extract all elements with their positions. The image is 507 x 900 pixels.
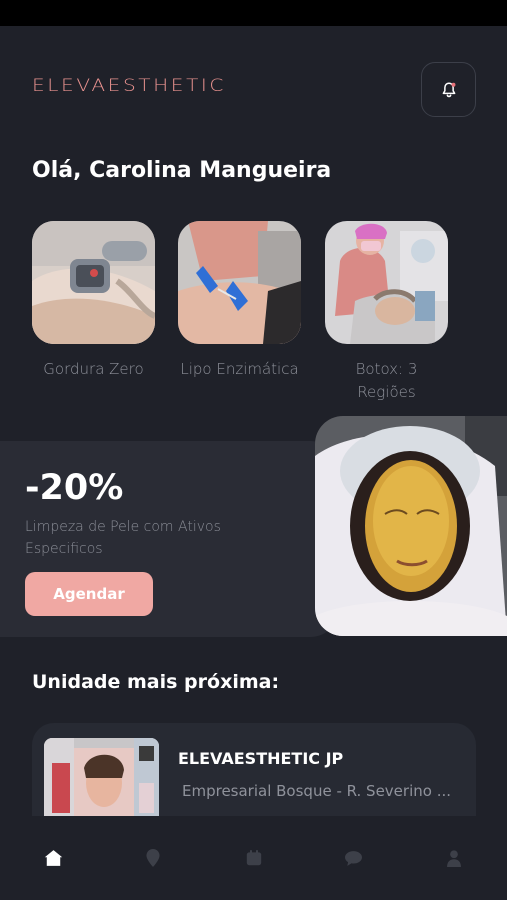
promo-description: Limpeza de Pele com Ativos Especificos — [25, 519, 221, 557]
schedule-button[interactable]: Agendar — [25, 572, 153, 616]
profile-icon — [447, 849, 461, 867]
calendar-icon — [246, 850, 261, 866]
service-label: Botox: 3 Regiões — [355, 360, 418, 401]
unit-name: ELEVAESTHETIC JP — [178, 749, 344, 768]
greeting-title: Olá, Carolina Mangueira — [32, 158, 332, 183]
chat-icon — [345, 850, 363, 866]
bell-icon — [442, 82, 455, 97]
nav-calendar[interactable] — [244, 848, 264, 868]
notification-dot — [451, 82, 455, 87]
notifications-button[interactable] — [421, 62, 476, 117]
service-label: Gordura Zero — [43, 360, 144, 378]
status-bar — [0, 0, 507, 26]
service-label: Lipo Enzimática — [180, 360, 299, 378]
service-card-lipo-enzimatica[interactable]: Lipo Enzimática — [178, 221, 301, 381]
home-icon — [44, 850, 62, 866]
service-card-botox[interactable]: Botox: 3 Regiões — [325, 221, 448, 404]
service-card-gordura-zero[interactable]: Gordura Zero — [32, 221, 155, 381]
nav-profile[interactable] — [444, 848, 464, 868]
unit-address: Empresarial Bosque - R. Severino ... — [182, 782, 452, 800]
promo-discount: -20% — [25, 468, 124, 508]
service-photo-gordura-zero — [32, 221, 155, 344]
app-logo: ELEVAESTHETIC — [32, 76, 227, 96]
service-photo-botox — [325, 221, 448, 344]
nav-home[interactable] — [43, 848, 63, 868]
nav-location[interactable] — [143, 848, 163, 868]
service-photo-lipo-enzimatica — [178, 221, 301, 344]
nav-chat[interactable] — [344, 848, 364, 868]
home-screen: ELEVAESTHETIC Olá, Carolina Mangueira Go… — [0, 26, 507, 900]
promo-photo — [315, 416, 507, 636]
location-pin-icon — [146, 849, 160, 867]
bottom-navigation — [0, 816, 507, 900]
nearest-unit-title: Unidade mais próxima: — [32, 671, 280, 693]
